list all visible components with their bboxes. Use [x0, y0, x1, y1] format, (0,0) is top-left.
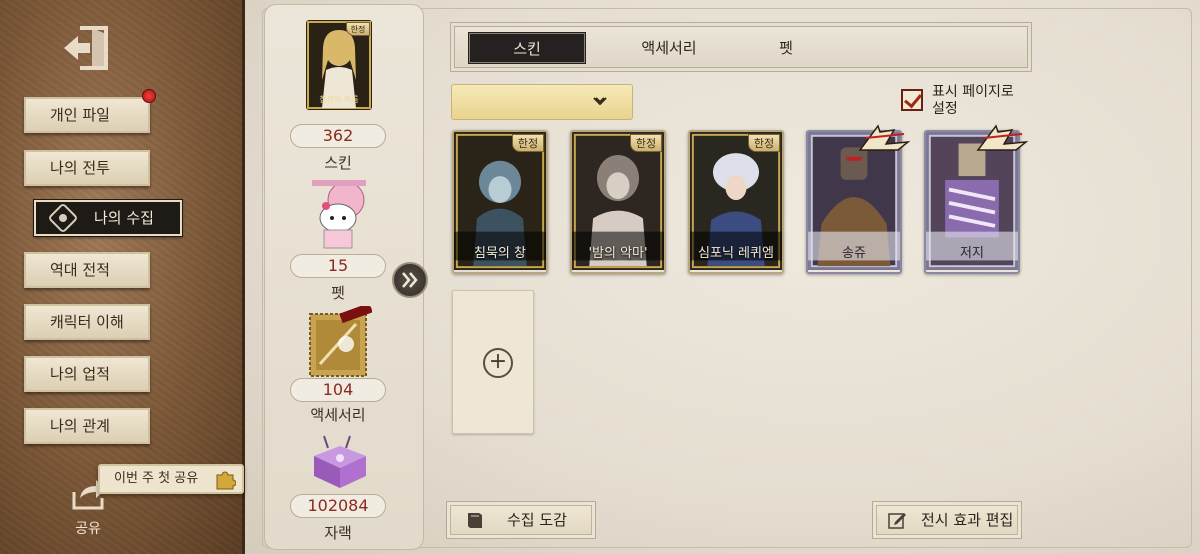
limited-badge: 한정: [512, 134, 544, 152]
plus-icon: +: [483, 348, 513, 378]
skin-card-name: 송쥬: [842, 246, 866, 261]
share-label: 공유: [75, 521, 101, 537]
skin-card-name: 침묵의 창: [474, 246, 526, 261]
sidebar-item-label: 캐릭터 이해: [50, 313, 124, 331]
collection-codex-label: 수집 도감: [507, 511, 567, 529]
limited-badge: 한정: [748, 134, 780, 152]
event-collab-icon: [858, 124, 911, 151]
display-page-label: 표시 페이지로 설정: [932, 84, 1032, 118]
event-collab-icon: [976, 124, 1029, 151]
charm-image: [314, 435, 366, 488]
skin-card[interactable]: 한정 심포닉 레퀴엠: [688, 130, 784, 274]
limited-badge: 한정: [630, 134, 662, 152]
notification-dot: [142, 89, 156, 103]
edit-display-effect-label: 전시 효과 편집: [921, 511, 1014, 529]
share-banner-text: 이번 주 첫 공유: [114, 471, 199, 486]
pet-count: 15: [290, 254, 386, 278]
sidebar-item-profile[interactable]: 개인 파일: [24, 89, 156, 133]
sidebar-item-label: 나의 전투: [50, 159, 110, 177]
display-page-checkbox[interactable]: [901, 89, 923, 111]
charm-count-label: 자랙: [324, 524, 352, 542]
puzzle-icon: [216, 471, 236, 490]
weekly-share-banner[interactable]: 이번 주 첫 공유: [98, 464, 244, 494]
display-page-label-line1: 표시 페이지로: [932, 84, 1014, 100]
sidebar-item-label: 역대 전적: [50, 261, 110, 279]
charm-count: 102084: [290, 494, 386, 518]
skin-count-label: 스킨: [324, 154, 352, 172]
pet-summary-image[interactable]: [306, 176, 372, 252]
skin-card-name: '밤의 악마': [588, 246, 648, 261]
expand-chevron-button[interactable]: [392, 262, 428, 298]
skin-count: 362: [290, 124, 386, 148]
tab-skin[interactable]: 스킨: [469, 33, 585, 63]
pet-image: [312, 180, 366, 249]
skin-summary-portrait[interactable]: 참관의 여름 한정: [306, 20, 372, 110]
accessory-count: 104: [290, 378, 386, 402]
pet-count-label: 펫: [331, 284, 345, 302]
tab-pet[interactable]: 펫: [741, 33, 831, 63]
accessory-image: [309, 306, 372, 377]
collection-codex-button[interactable]: 수집 도감: [446, 501, 596, 539]
limited-badge: 한정: [346, 22, 370, 36]
skin-card-name: 심포닉 레퀴엠: [698, 246, 774, 261]
accessory-count-label: 액세서리: [310, 406, 366, 424]
sidebar-item-label: 나의 관계: [50, 417, 110, 435]
sidebar-item-label: 나의 수집: [94, 209, 154, 227]
skin-card[interactable]: 한정 '밤의 악마': [570, 130, 666, 274]
tab-accessory[interactable]: 액세서리: [611, 33, 727, 63]
sidebar-item-collection[interactable]: 나의 수집: [33, 199, 183, 237]
double-chevron-right-icon: [402, 272, 418, 288]
sidebar-item-character[interactable]: 캐릭터 이해: [24, 304, 150, 340]
edit-icon: [888, 513, 906, 529]
charm-summary-image[interactable]: [306, 432, 372, 492]
sidebar-item-achievements[interactable]: 나의 업적: [24, 356, 150, 392]
exit-icon[interactable]: [62, 24, 114, 72]
display-page-label-line2: 설정: [932, 101, 958, 117]
sidebar-item-label: 나의 업적: [50, 365, 110, 383]
skin-card-name: 저지: [960, 246, 984, 261]
skin-card[interactable]: 한정 침묵의 창: [452, 130, 548, 274]
add-display-slot[interactable]: +: [452, 290, 534, 434]
chevron-down-icon: [593, 97, 607, 106]
collection-emblem-icon: [47, 202, 79, 234]
sidebar-item-history[interactable]: 역대 전적: [24, 252, 150, 288]
accessory-summary-image[interactable]: [306, 306, 372, 380]
svg-text:참관의 여름: 참관의 여름: [319, 94, 358, 104]
sidebar-item-battles[interactable]: 나의 전투: [24, 150, 150, 186]
sidebar-item-label: 개인 파일: [50, 106, 110, 124]
sidebar-item-relations[interactable]: 나의 관계: [24, 408, 150, 444]
edit-display-effect-button[interactable]: 전시 효과 편집: [872, 501, 1022, 539]
filter-dropdown[interactable]: [451, 84, 633, 120]
category-tabs: 스킨 액세서리 펫: [450, 22, 1032, 72]
book-icon: [468, 513, 482, 528]
